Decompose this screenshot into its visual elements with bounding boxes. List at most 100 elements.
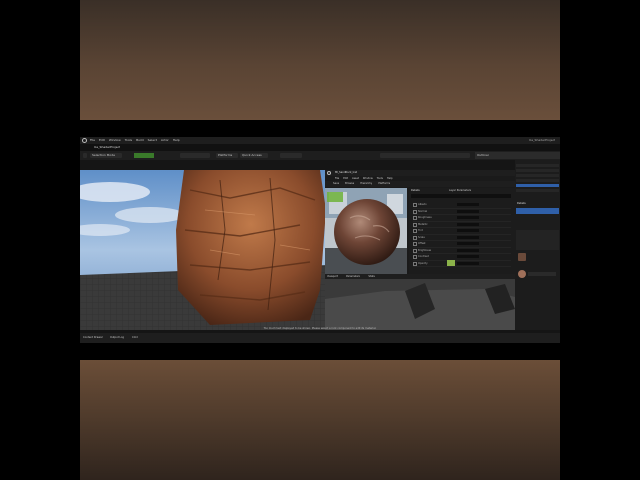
parameter-value-field[interactable]	[457, 222, 479, 226]
parameter-label: Albedo	[418, 203, 427, 206]
outliner-selected-row[interactable]	[516, 184, 559, 187]
parameter-value-field[interactable]	[457, 235, 479, 239]
me-toolbar-browse-button[interactable]: Browse	[345, 181, 354, 187]
parameter-label: Normal	[418, 209, 428, 213]
material-slot-field[interactable]	[528, 272, 556, 276]
parameter-value-field[interactable]	[457, 261, 479, 265]
parameter-label: Metallic	[418, 222, 428, 226]
menu-item-tools[interactable]: Tools	[125, 138, 132, 142]
cmd-input[interactable]: Cmd	[132, 336, 138, 339]
details-title: Details	[517, 202, 526, 205]
me-menu-item-edit[interactable]: Edit	[343, 177, 348, 180]
parameter-value-field[interactable]	[457, 255, 479, 258]
parameter-label: Tint	[418, 229, 423, 232]
color-swatch[interactable]	[447, 260, 455, 266]
tab-layer-parameters[interactable]: Layer Parameters	[449, 189, 471, 192]
me-toolbar-hierarchy-button[interactable]: Hierarchy	[360, 181, 372, 187]
unreal-logo-icon	[327, 171, 331, 175]
details-panel: Details Layer Parameters Albedo Normal Rou…	[409, 188, 515, 274]
parameter-checkbox[interactable]	[413, 229, 417, 233]
viewport-options[interactable]	[380, 153, 470, 158]
menu-item-edit[interactable]: Edit	[99, 138, 105, 142]
material-editor-menu: File Edit Asset Window Tools Help	[335, 177, 393, 180]
outliner-title: Outliner	[477, 153, 490, 157]
status-bar: Content Drawer Output Log Cmd	[80, 333, 560, 343]
parameter-value-field[interactable]	[457, 203, 479, 206]
viewport-scene	[80, 170, 328, 330]
material-editor-titlebar: MI_SandRock_Inst	[325, 170, 515, 176]
parameter-value-field[interactable]	[457, 229, 479, 232]
right-side-panels: Details	[515, 160, 560, 330]
parameter-label: Opacity	[418, 261, 428, 265]
output-log-button[interactable]: Output Log	[110, 336, 124, 339]
video-frame: File Edit Window Tools Build Select Actor Help …	[80, 0, 560, 480]
content-drawer-button[interactable]: Content Drawer	[83, 336, 103, 339]
project-name: Ue_ShaderProject	[529, 138, 556, 142]
play-controls[interactable]	[280, 153, 302, 158]
parameter-label: Brightness	[418, 248, 432, 252]
parameter-checkbox[interactable]	[413, 255, 417, 259]
preview-scene	[325, 188, 407, 274]
parameter-value-field[interactable]	[457, 242, 479, 245]
modeling-button[interactable]	[134, 153, 154, 158]
parameter-value-field[interactable]	[457, 216, 479, 219]
menu-item-window[interactable]: Window	[109, 138, 121, 142]
parameter-checkbox[interactable]	[413, 261, 417, 266]
parameter-label: Scale	[418, 235, 425, 239]
parameter-checkbox[interactable]	[413, 209, 417, 214]
selection-mode-button[interactable]: Selection Mode	[90, 153, 122, 158]
material-tab[interactable]: MI_SandRock_Inst	[335, 171, 357, 174]
parameter-checkbox[interactable]	[413, 216, 417, 220]
menu-item-file[interactable]: File	[90, 138, 95, 142]
main-toolbar: Selection Mode Platforms Quick Access Ou…	[80, 151, 560, 160]
main-menu: File Edit Window Tools Build Select Actor Help	[90, 138, 180, 142]
level-viewport[interactable]	[80, 170, 328, 330]
tab-row: Ue_ShaderProject	[80, 144, 560, 151]
me-menu-item-tools[interactable]: Tools	[377, 177, 383, 180]
unreal-editor-window: File Edit Window Tools Build Select Actor Help …	[80, 137, 560, 343]
parameter-label: Contrast	[418, 255, 429, 258]
material-preview-viewport[interactable]	[325, 188, 407, 274]
parameter-value-field[interactable]	[457, 248, 479, 252]
outliner-list	[515, 160, 560, 200]
parameter-checkbox[interactable]	[413, 248, 417, 253]
parameter-label: Roughness	[418, 216, 432, 219]
parameter-checkbox[interactable]	[413, 235, 417, 240]
parameter-list: Albedo Normal Roughness Metallic Tint Scale Of…	[413, 202, 511, 267]
transform-section	[516, 230, 559, 250]
parameter-checkbox[interactable]	[413, 222, 417, 227]
tab-details[interactable]: Details	[411, 189, 420, 192]
quick-access-button[interactable]: Quick Access	[240, 153, 268, 158]
me-menu-item-help[interactable]: Help	[387, 177, 393, 180]
outliner-header: Outliner	[475, 152, 560, 159]
save-icon[interactable]	[83, 153, 87, 158]
details-selected-component[interactable]	[516, 208, 559, 214]
viewport-message: Too much text displayed to be shown. Ple…	[263, 327, 377, 330]
material-editor-toolbar: Save Browse Hierarchy Platforms	[325, 181, 523, 187]
menu-bar: File Edit Window Tools Build Select Actor Help …	[80, 137, 560, 144]
menu-item-select[interactable]: Select	[148, 138, 157, 142]
parameter-row: Opacity	[413, 261, 511, 267]
transform-tools[interactable]	[180, 153, 210, 158]
me-menu-item-file[interactable]: File	[335, 177, 339, 180]
blurred-background-bottom	[80, 360, 560, 480]
menu-item-build[interactable]: Build	[136, 138, 144, 142]
blurred-background-top	[80, 0, 560, 120]
tab-project[interactable]: Ue_ShaderProject	[94, 145, 120, 149]
me-toolbar-platforms-button[interactable]: Platforms	[378, 181, 390, 187]
menu-item-help[interactable]: Help	[173, 138, 180, 142]
me-menu-item-window[interactable]: Window	[363, 177, 373, 180]
platforms-button[interactable]: Platforms	[216, 153, 238, 158]
parameter-label: Offset	[418, 242, 426, 245]
unreal-logo-icon	[82, 138, 87, 143]
viewport-floor	[325, 279, 515, 330]
parameter-checkbox[interactable]	[413, 203, 417, 207]
parameter-value-field[interactable]	[457, 209, 479, 213]
menu-item-actor[interactable]: Actor	[161, 138, 169, 142]
me-toolbar-save-button[interactable]: Save	[333, 181, 339, 187]
parameter-checkbox[interactable]	[413, 242, 417, 246]
me-menu-item-asset[interactable]: Asset	[352, 177, 359, 180]
details-search-input[interactable]	[411, 194, 511, 198]
mesh-thumbnail[interactable]	[518, 253, 526, 261]
material-thumbnail[interactable]	[518, 270, 526, 278]
